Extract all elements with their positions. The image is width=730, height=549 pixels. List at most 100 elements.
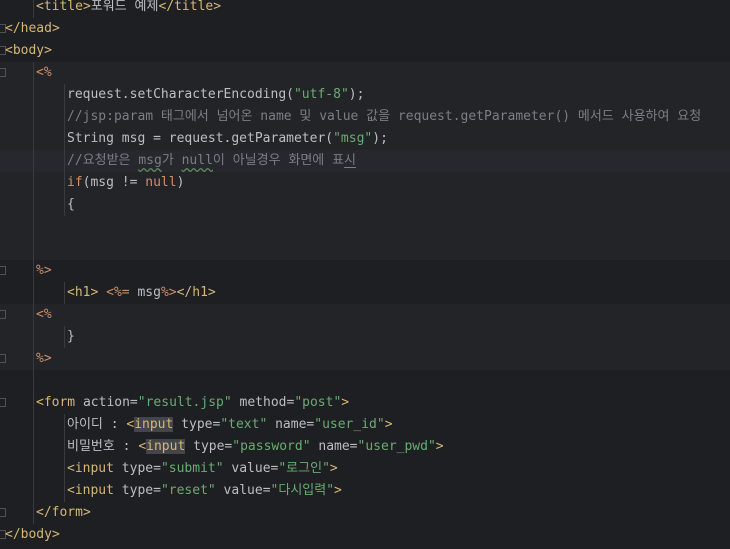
fold-marker-icon[interactable]	[0, 398, 6, 407]
code-line[interactable]: <input type="reset" value="다시입력">	[0, 480, 730, 502]
code-token: </form>	[36, 505, 91, 520]
fold-marker-icon[interactable]	[0, 266, 6, 275]
indent-guide	[33, 414, 34, 436]
code-line[interactable]: <input type="submit" value="로그인">	[0, 458, 730, 480]
code-line[interactable]	[0, 216, 730, 238]
code-line[interactable]: </form>	[0, 502, 730, 524]
code-line[interactable]: </body>	[0, 524, 730, 546]
code-token: }	[67, 329, 75, 344]
code-token: 아이디 :	[67, 417, 127, 432]
code-token: <	[138, 439, 147, 454]
code-line[interactable]: request.setCharacterEncoding("utf-8");	[0, 84, 730, 106]
code-line[interactable]: <body>	[0, 40, 730, 62]
code-token: type=	[185, 439, 233, 454]
indent-guide	[33, 194, 34, 216]
indent-guide	[33, 304, 34, 326]
indent-guide	[64, 106, 65, 128]
code-line[interactable]: 비밀번호 : <input type="password" name="user…	[0, 436, 730, 458]
indent-guide	[64, 282, 65, 304]
code-line[interactable]: <%	[0, 62, 730, 84]
code-text: <title>포워드 예제</title>	[36, 0, 221, 18]
code-token: request.setCharacterEncoding(	[67, 87, 294, 102]
indent-guide	[64, 84, 65, 106]
fold-marker-icon[interactable]	[0, 354, 6, 363]
indent-guide	[33, 84, 34, 106]
code-line[interactable]: {	[0, 194, 730, 216]
code-line[interactable]: <%	[0, 304, 730, 326]
code-text: <input type="submit" value="로그인">	[67, 458, 338, 480]
code-token: msg	[138, 153, 162, 168]
code-text: 아이디 : <input type="text" name="user_id">	[67, 414, 393, 436]
indent-guide	[33, 62, 34, 84]
fold-marker-icon[interactable]	[0, 310, 6, 319]
code-token: "post"	[294, 395, 342, 410]
indent-guide	[33, 458, 34, 480]
code-token: name=	[267, 417, 315, 432]
indent-guide	[64, 128, 65, 150]
code-token: %>	[160, 285, 177, 300]
code-token: type=	[173, 417, 221, 432]
code-token: (msg !=	[82, 175, 146, 190]
code-line[interactable]: }	[0, 326, 730, 348]
code-token: 비밀번호 :	[67, 439, 139, 454]
code-line[interactable]: <title>포워드 예제</title>	[0, 0, 730, 18]
code-token: %>	[36, 351, 52, 366]
code-editor[interactable]: <title>포워드 예제</title> </head> <body> <% requ…	[0, 0, 730, 549]
code-token: )	[176, 175, 185, 190]
indent-guide	[64, 150, 65, 172]
code-line[interactable]: String msg = request.getParameter("msg")…	[0, 128, 730, 150]
indent-guide	[33, 128, 34, 150]
code-text: <h1> <%= msg%></h1>	[67, 282, 216, 304]
indent-guide	[33, 150, 34, 172]
code-token: "로그인"	[278, 461, 330, 476]
code-token: <title>	[36, 0, 91, 14]
code-token: <input	[67, 461, 122, 476]
code-token: action=	[82, 395, 138, 410]
code-text: request.setCharacterEncoding("utf-8");	[67, 84, 364, 106]
code-line[interactable]	[0, 238, 730, 260]
code-token: <%	[36, 307, 52, 322]
fold-marker-icon[interactable]	[0, 68, 6, 77]
indent-guide	[33, 106, 34, 128]
code-line[interactable]: 아이디 : <input type="text" name="user_id">	[0, 414, 730, 436]
code-token: "password"	[232, 439, 311, 454]
code-line[interactable]: %>	[0, 348, 730, 370]
code-token: %>	[36, 263, 52, 278]
code-text: <form action="result.jsp" method="post">	[36, 392, 349, 414]
indent-guide	[33, 172, 34, 194]
code-token: "user_pwd"	[357, 439, 436, 454]
code-token: 시	[344, 153, 357, 168]
code-line[interactable]: <h1> <%= msg%></h1>	[0, 282, 730, 304]
code-line[interactable]: if(msg != null)	[0, 172, 730, 194]
indent-guide	[33, 260, 34, 282]
code-text: %>	[36, 260, 52, 282]
code-line[interactable]: </head>	[0, 18, 730, 40]
code-token: <%	[36, 65, 52, 80]
fold-marker-icon[interactable]	[0, 508, 6, 517]
code-token: String msg = request.getParameter(	[67, 131, 334, 146]
code-line[interactable]: //jsp:param 태그에서 넘어온 name 및 value 값을 req…	[0, 106, 730, 128]
code-token: "user_id"	[314, 417, 385, 432]
code-line[interactable]: <form action="result.jsp" method="post">	[0, 392, 730, 414]
code-line[interactable]: //요청받은 msg가 null이 아닐경우 화면에 표시	[0, 150, 730, 172]
indent-guide	[33, 480, 34, 502]
code-token: msg	[129, 285, 161, 300]
code-token: >	[384, 417, 393, 432]
indent-guide	[64, 172, 65, 194]
code-token: <input	[67, 483, 122, 498]
indent-guide	[64, 436, 65, 458]
code-token: //요청받은	[67, 153, 139, 168]
indent-guide	[33, 238, 34, 260]
indent-guide	[33, 370, 34, 392]
code-token: "text"	[220, 417, 268, 432]
code-token: >	[341, 395, 350, 410]
indent-guide	[33, 436, 34, 458]
indent-guide	[33, 502, 34, 524]
code-token: value=	[215, 483, 271, 498]
indent-guide	[33, 326, 34, 348]
code-text: if(msg != null)	[67, 172, 184, 194]
code-token: "msg"	[333, 131, 373, 146]
code-text: 비밀번호 : <input type="password" name="user…	[67, 436, 444, 458]
code-line[interactable]	[0, 370, 730, 392]
code-line[interactable]: %>	[0, 260, 730, 282]
